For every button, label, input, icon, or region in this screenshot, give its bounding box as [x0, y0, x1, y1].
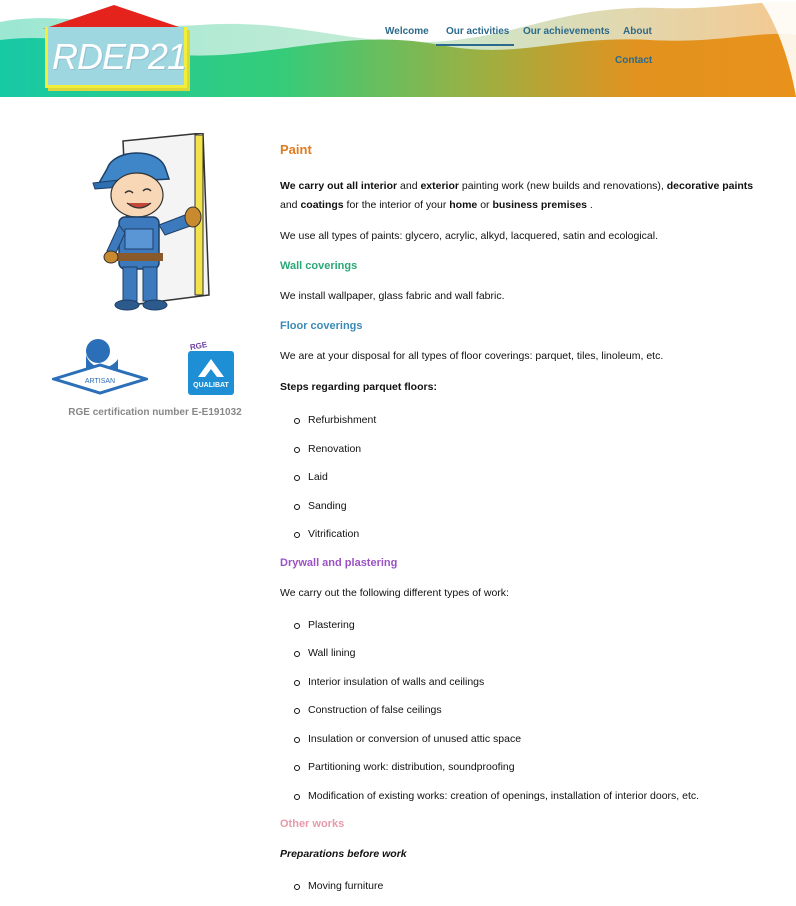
qualibat-text: QUALIBAT — [193, 382, 229, 389]
text-decorative-paints: decorative paints — [666, 180, 754, 192]
list-item: Construction of false ceilings — [294, 701, 760, 730]
list-item: Plastering — [294, 616, 760, 645]
artisan-logo: ARTISAN — [52, 339, 148, 395]
list-item: Vitrification — [294, 525, 760, 554]
section-title-paint: Paint — [280, 142, 312, 157]
drywall-paragraph: We carry out the following different typ… — [280, 586, 509, 599]
section-title-wall-coverings: Wall coverings — [280, 260, 358, 272]
nav-our-achievements[interactable]: Our achievements — [523, 26, 610, 37]
nav-welcome[interactable]: Welcome — [385, 26, 429, 37]
other-works-list: Moving furniture — [280, 877, 760, 906]
paint-types-paragraph: We use all types of paints: glycero, acr… — [280, 230, 658, 242]
rge-certification-number: RGE certification number E-E191032 — [68, 407, 242, 418]
list-item: Laid — [294, 468, 760, 497]
paint-intro-paragraph: We carry out all interior and exterior p… — [280, 177, 760, 215]
text-period: . — [587, 199, 593, 211]
list-item: Moving furniture — [294, 877, 760, 906]
parquet-steps-title: Steps regarding parquet floors: — [280, 381, 437, 393]
qualibat-logo: RGE QUALIBAT — [188, 341, 234, 395]
text-interior: interior — [360, 180, 398, 192]
parquet-steps-list: Refurbishment Renovation Laid Sanding Vi… — [280, 411, 760, 554]
list-item: Insulation or conversion of unused attic… — [294, 730, 760, 759]
section-title-floor-coverings: Floor coverings — [280, 320, 363, 332]
list-item: Modification of existing works: creation… — [294, 787, 760, 816]
preparations-subtitle: Preparations before work — [280, 848, 407, 860]
list-item: Partitioning work: distribution, soundpr… — [294, 758, 760, 787]
nav-about[interactable]: About — [623, 26, 652, 37]
section-title-drywall: Drywall and plastering — [280, 556, 398, 569]
section-title-other-works: Other works — [280, 818, 345, 830]
main-nav: Welcome Our activities Our achievements … — [0, 0, 796, 97]
floor-coverings-paragraph: We are at your disposal for all types of… — [280, 350, 664, 362]
nav-active-indicator — [436, 44, 514, 46]
text-home: home — [449, 199, 478, 211]
list-item: Interior insulation of walls and ceiling… — [294, 673, 760, 702]
list-item: Sanding — [294, 497, 760, 526]
wall-coverings-paragraph: We install wallpaper, glass fabric and w… — [280, 290, 505, 302]
rge-badge-text: RGE — [189, 341, 208, 352]
list-item: Renovation — [294, 440, 760, 469]
drywall-work-list: Plastering Wall lining Interior insulati… — [280, 616, 760, 816]
nav-our-activities[interactable]: Our activities — [446, 26, 509, 37]
nav-contact[interactable]: Contact — [615, 55, 652, 66]
artisan-text: ARTISAN — [85, 378, 115, 385]
list-item: Wall lining — [294, 644, 760, 673]
site-header: RDEP21 Welcome Our activities Our achiev… — [0, 0, 796, 97]
main-content: Paint We carry out all interior and exte… — [280, 140, 760, 906]
text-and-2: and — [280, 199, 301, 211]
list-item: Refurbishment — [294, 411, 760, 440]
text-painting-work: painting work (new builds and renovation… — [458, 180, 667, 192]
text-for-the-interior: for the interior of your — [343, 199, 450, 211]
text-and: and — [397, 180, 421, 192]
painter-mascot-illustration — [92, 133, 210, 311]
text-business-premises: business premises — [492, 199, 587, 211]
text-or: or — [477, 199, 493, 211]
text-exterior: exterior — [420, 180, 459, 192]
text-we-carry-out: We carry out all — [280, 180, 361, 192]
text-coatings: coatings — [300, 199, 344, 211]
